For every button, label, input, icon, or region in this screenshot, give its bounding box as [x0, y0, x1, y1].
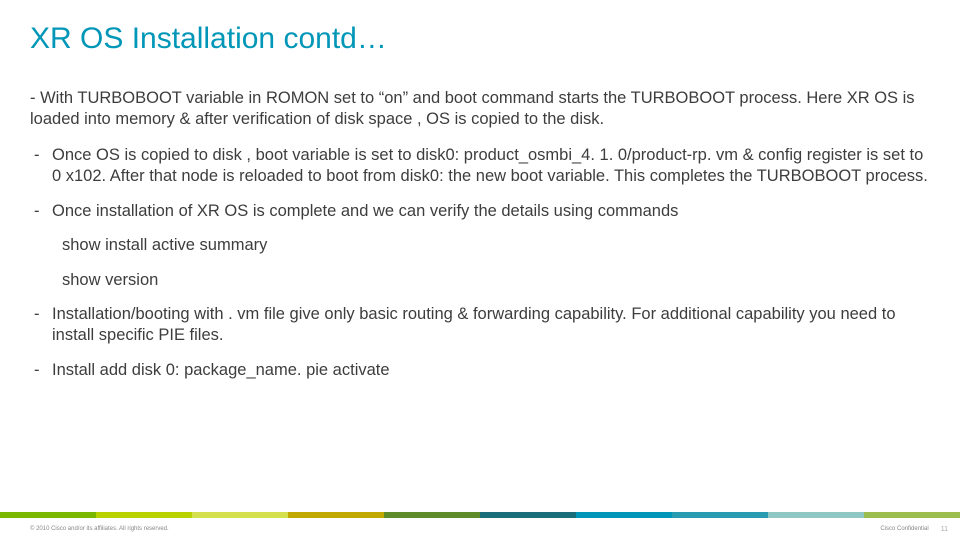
- page-number: 11: [941, 526, 948, 533]
- footer: © 2010 Cisco and/or its affiliates. All …: [0, 518, 960, 540]
- command-text: show install active summary: [30, 235, 930, 256]
- list-item: Install add disk 0: package_name. pie ac…: [30, 360, 930, 381]
- list-item: Once installation of XR OS is complete a…: [30, 201, 930, 222]
- command-text: show version: [30, 270, 930, 291]
- list-item: Installation/booting with . vm file give…: [30, 304, 930, 345]
- bullet-list: Once OS is copied to disk , boot variabl…: [30, 145, 930, 380]
- slide-title: XR OS Installation contd…: [0, 0, 960, 56]
- list-item: Once OS is copied to disk , boot variabl…: [30, 145, 930, 186]
- confidential-text: Cisco Confidential: [880, 526, 928, 532]
- intro-paragraph: - With TURBOBOOT variable in ROMON set t…: [30, 88, 930, 129]
- slide-content: - With TURBOBOOT variable in ROMON set t…: [0, 56, 960, 380]
- copyright-text: © 2010 Cisco and/or its affiliates. All …: [30, 526, 169, 532]
- slide: XR OS Installation contd… - With TURBOBO…: [0, 0, 960, 540]
